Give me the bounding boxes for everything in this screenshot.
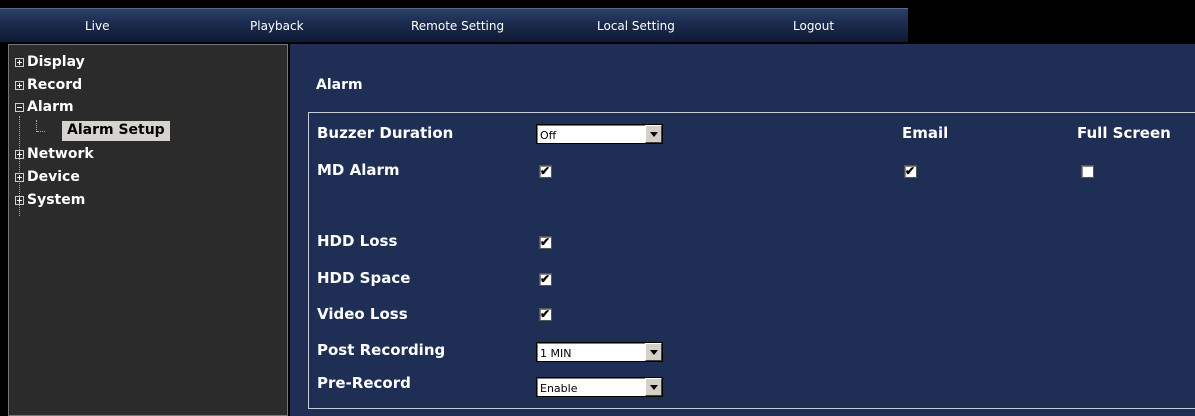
select-value: Enable bbox=[540, 382, 578, 395]
select-value: 1 MIN bbox=[540, 347, 572, 360]
select-value: Off bbox=[540, 129, 557, 142]
tree-item-record[interactable]: Record bbox=[15, 76, 82, 94]
tree-item-label: Network bbox=[27, 146, 94, 162]
tree-item-label: Alarm bbox=[27, 99, 74, 115]
tree-item-label: System bbox=[27, 192, 86, 208]
video-loss-checkbox[interactable]: ✔ bbox=[539, 307, 552, 321]
hdd-space-checkbox[interactable]: ✔ bbox=[539, 272, 552, 286]
tree-item-system[interactable]: System bbox=[15, 191, 85, 209]
alarm-settings-frame bbox=[308, 112, 1195, 409]
dropdown-arrow-icon[interactable] bbox=[645, 125, 662, 143]
settings-tree: Display Record Alarm Alarm Setup Network… bbox=[8, 44, 288, 416]
post-recording-select[interactable]: 1 MIN bbox=[536, 342, 663, 362]
pre-record-label: Pre-Record bbox=[317, 374, 411, 392]
buzzer-duration-label: Buzzer Duration bbox=[317, 124, 454, 142]
expand-icon[interactable] bbox=[15, 195, 24, 205]
expand-icon[interactable] bbox=[15, 172, 24, 182]
collapse-icon[interactable] bbox=[15, 102, 24, 112]
md-alarm-email-checkbox[interactable]: ✔ bbox=[904, 164, 917, 178]
expand-icon[interactable] bbox=[15, 80, 24, 90]
nav-logout[interactable]: Logout bbox=[793, 19, 834, 33]
tree-item-device[interactable]: Device bbox=[15, 168, 80, 186]
tree-item-label: Device bbox=[27, 169, 80, 185]
nav-local-setting[interactable]: Local Setting bbox=[597, 19, 675, 33]
tree-item-alarm[interactable]: Alarm bbox=[15, 98, 74, 116]
tree-item-label: Record bbox=[27, 77, 83, 93]
md-alarm-label: MD Alarm bbox=[317, 161, 400, 179]
nav-strip: Live Playback Remote Setting Local Setti… bbox=[0, 8, 908, 42]
tree-item-network[interactable]: Network bbox=[15, 145, 94, 163]
dropdown-arrow-icon[interactable] bbox=[645, 343, 662, 361]
top-nav: Live Playback Remote Setting Local Setti… bbox=[0, 0, 1195, 42]
settings-panel: Alarm Email Full Screen Buzzer Duration … bbox=[290, 44, 1195, 416]
md-alarm-checkbox[interactable]: ✔ bbox=[539, 164, 552, 178]
hdd-space-label: HDD Space bbox=[317, 269, 411, 287]
column-email: Email bbox=[902, 124, 949, 142]
expand-icon[interactable] bbox=[15, 57, 24, 67]
nav-playback[interactable]: Playback bbox=[250, 19, 304, 33]
post-recording-label: Post Recording bbox=[317, 341, 446, 359]
tree-item-label: Display bbox=[27, 54, 85, 70]
hdd-loss-label: HDD Loss bbox=[317, 232, 398, 250]
expand-icon[interactable] bbox=[15, 149, 24, 159]
tree-item-alarm-setup[interactable]: Alarm Setup bbox=[62, 121, 170, 141]
column-full-screen: Full Screen bbox=[1077, 124, 1171, 142]
panel-title: Alarm bbox=[316, 77, 363, 93]
tree-connector bbox=[37, 131, 45, 132]
pre-record-select[interactable]: Enable bbox=[536, 377, 663, 397]
video-loss-label: Video Loss bbox=[317, 305, 408, 323]
buzzer-duration-select[interactable]: Off bbox=[536, 124, 663, 144]
hdd-loss-checkbox[interactable]: ✔ bbox=[539, 235, 552, 249]
nav-live[interactable]: Live bbox=[85, 19, 110, 33]
tree-item-display[interactable]: Display bbox=[15, 53, 85, 71]
nav-remote-setting[interactable]: Remote Setting bbox=[411, 19, 504, 33]
dropdown-arrow-icon[interactable] bbox=[645, 378, 662, 396]
md-alarm-full-screen-checkbox[interactable] bbox=[1081, 165, 1094, 178]
